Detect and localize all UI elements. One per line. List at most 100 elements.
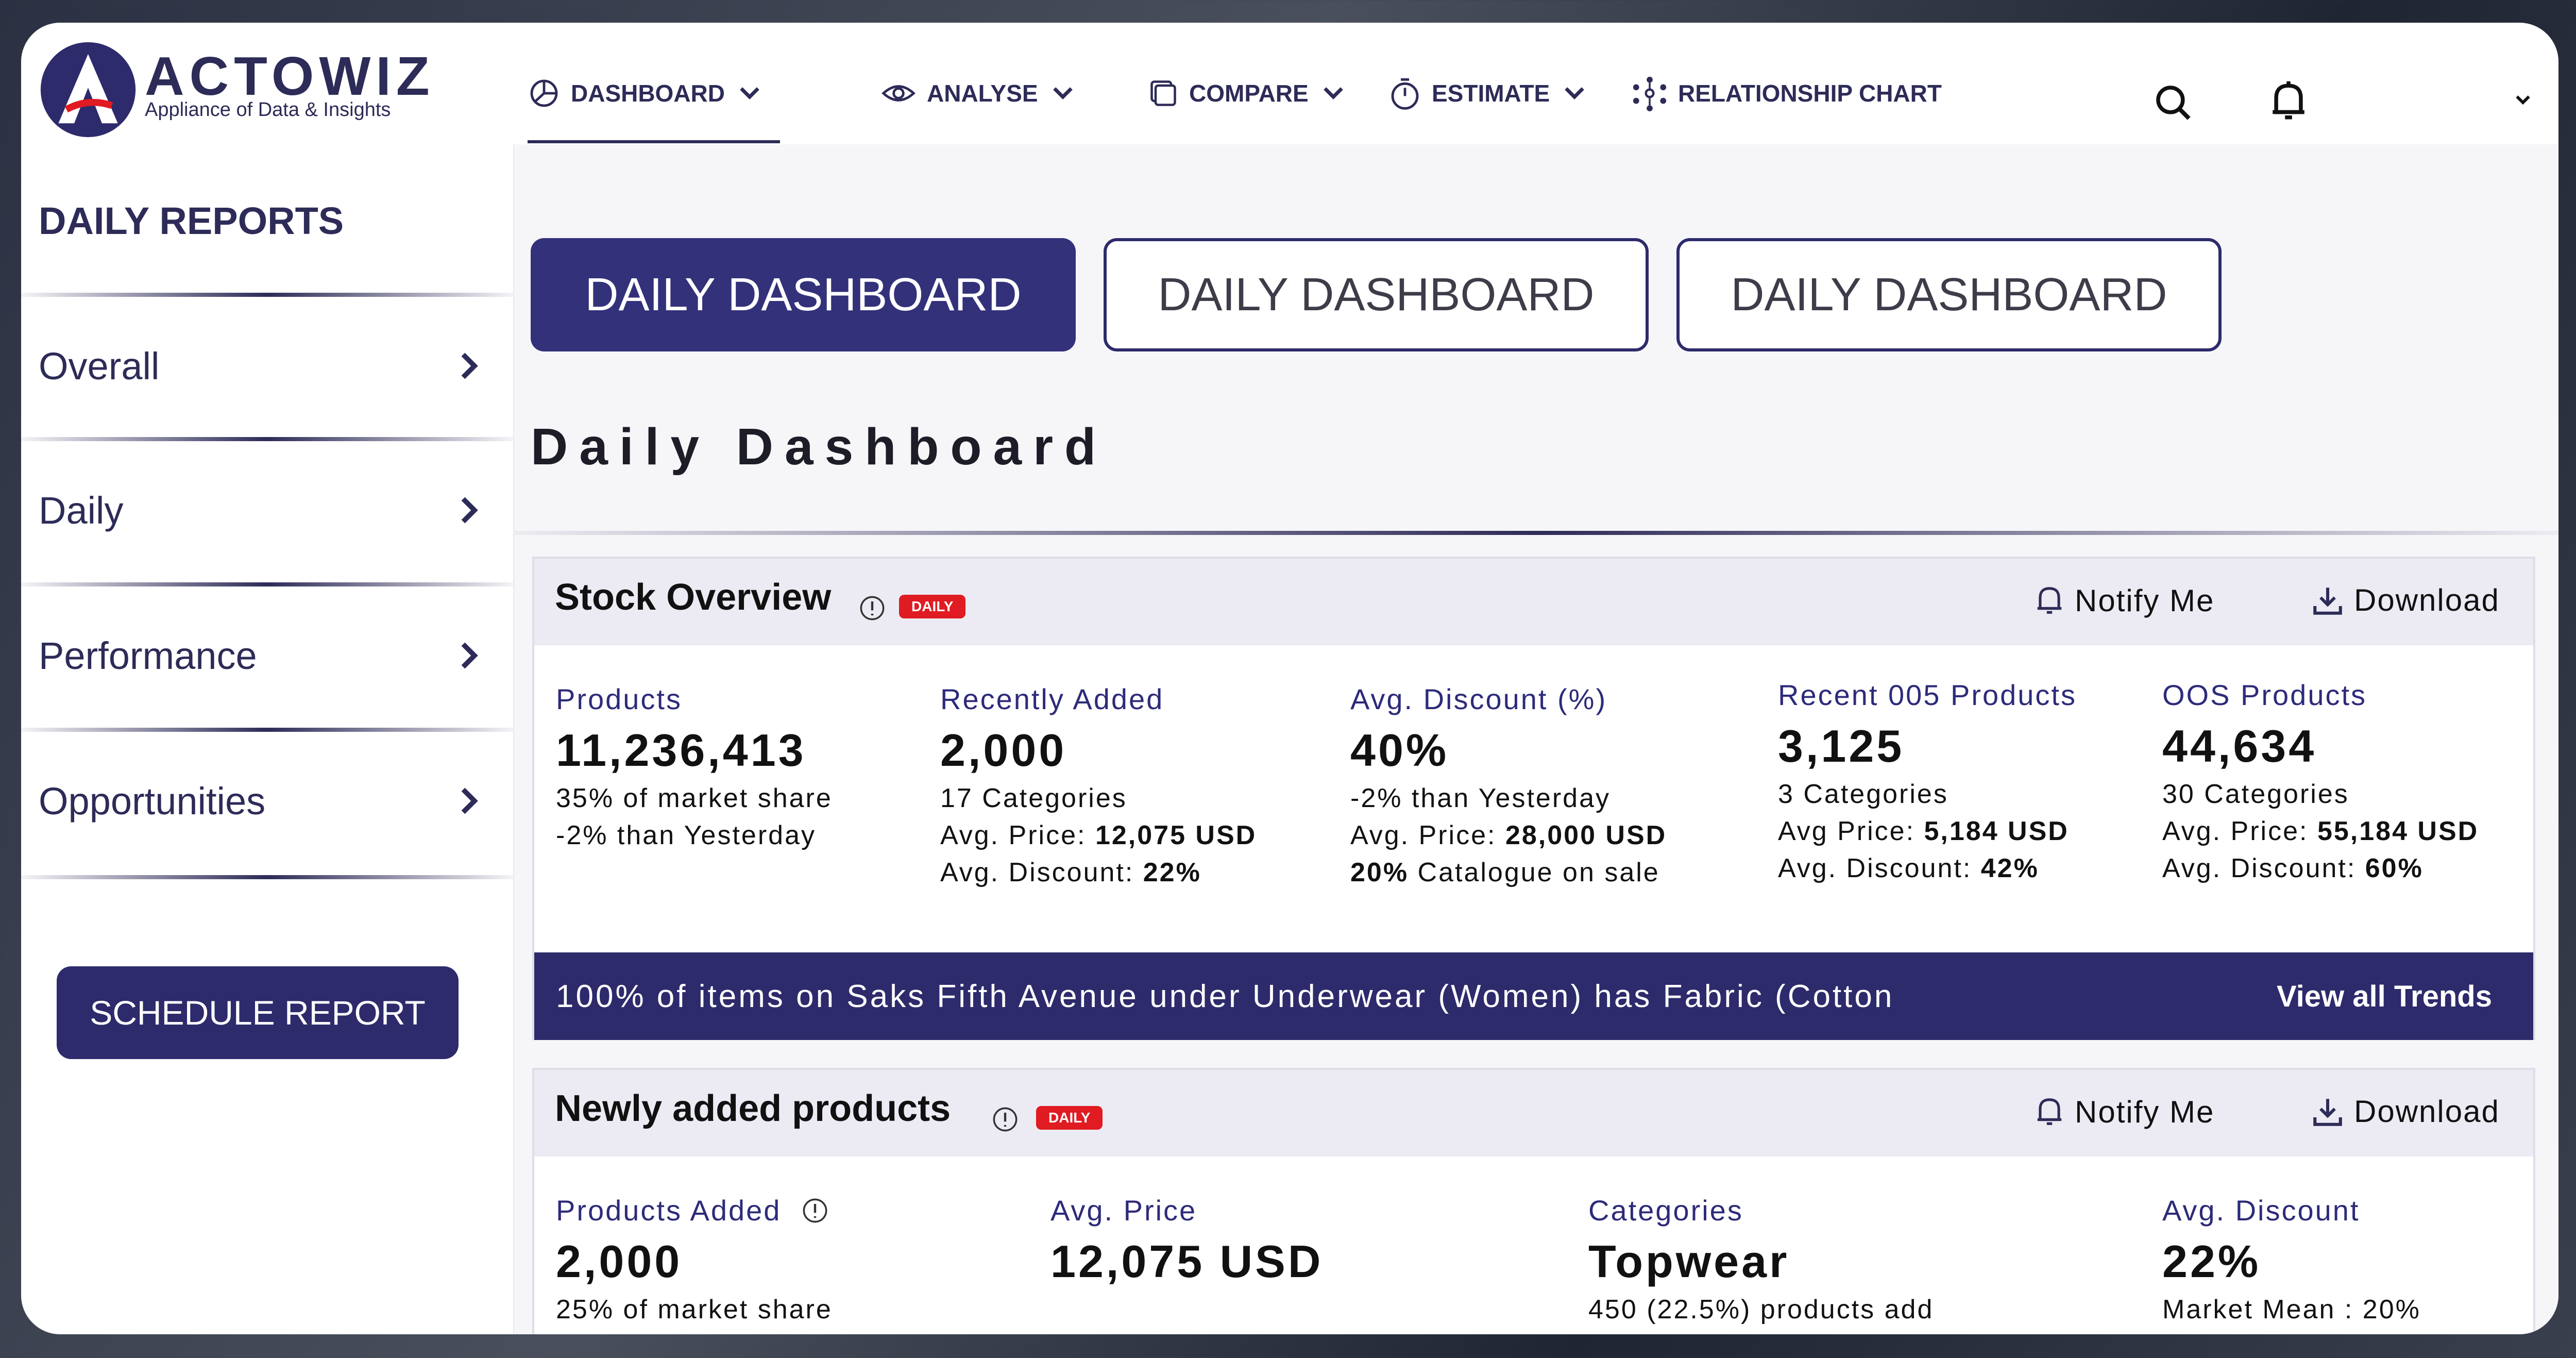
sidebar-item-overall[interactable]: Overall [39,335,482,397]
metric-label: Products [556,683,682,715]
metric-label: Recently Added [940,683,1164,715]
sidebar-item-opportunities[interactable]: Opportunities [39,770,482,832]
sidebar-item-label: Overall [39,344,160,388]
nav-analyse-label: ANALYSE [927,80,1038,107]
sidebar-divider [21,293,513,297]
metric-detail: -2% than Yesterday [556,820,816,850]
metric-label: Categories [1588,1194,1743,1227]
nav-relationship-chart[interactable]: RELATIONSHIP CHART [1632,70,1942,116]
notify-me-button[interactable]: Notify Me [2033,1094,2214,1130]
sidebar-title: DAILY REPORTS [39,199,344,242]
chevron-down-icon [740,87,759,99]
metric-detail: 20% Catalogue on sale [1350,858,1660,887]
metric-detail: Avg Price: 5,184 USD [1778,816,2069,846]
download-label: Download [2354,1094,2500,1129]
chevron-down-icon [1323,87,1343,99]
chevron-down-icon[interactable] [2513,90,2533,110]
metric-detail: 450 (22.5%) products add [1588,1295,1934,1325]
metric-products-added: Products Added 2,000 25% of market share [556,1194,833,1325]
metric-value: 11,236,413 [556,725,806,776]
metric-detail: 35% of market share [556,783,833,813]
brand-name: ACTOWIZ [145,46,435,107]
download-icon [2313,587,2342,615]
metric-products: Products 11,236,413 35% of market share … [556,682,833,851]
view-all-trends-link[interactable]: View all Trends [2277,979,2492,1014]
metric-detail: Avg. Price: 28,000 USD [1350,820,1667,850]
metric-recent-products: Recent 005 Products 3,125 3 Categories A… [1778,678,2077,884]
metric-detail: -2% than Yesterday [1350,783,1611,813]
metric-detail: Market Mean : 20% [2162,1295,2421,1325]
eye-icon [882,85,916,102]
metric-value: 22% [2162,1236,2261,1287]
metric-value: 2,000 [940,725,1067,776]
notify-me-label: Notify Me [2075,583,2215,618]
info-icon[interactable] [992,1106,1019,1133]
active-nav-indicator [528,140,780,143]
bell-icon [2037,587,2062,614]
sidebar-item-daily[interactable]: Daily [39,479,482,541]
metric-detail: 3 Categories [1778,779,1948,809]
bell-icon [2037,1098,2062,1125]
metric-categories: Categories Topwear 450 (22.5%) products … [1588,1194,1934,1325]
notify-me-button[interactable]: Notify Me [2033,582,2214,618]
bell-icon[interactable] [2267,78,2310,125]
info-icon[interactable] [802,1197,828,1224]
metric-detail: 25% of market share [556,1295,833,1325]
trend-banner-text: 100% of items on Saks Fifth Avenue under… [556,978,1894,1014]
download-button[interactable]: Download [2311,1094,2500,1129]
chevron-right-icon [461,787,478,814]
tab-daily-dashboard-3[interactable]: DAILY DASHBOARD [1676,238,2222,351]
sidebar-divider [21,875,513,879]
tab-daily-dashboard-2[interactable]: DAILY DASHBOARD [1104,238,1649,351]
metric-label: Recent 005 Products [1778,679,2077,711]
metric-avg-discount: Avg. Discount 22% Market Mean : 20% [2162,1194,2421,1325]
metric-oos-products: OOS Products 44,634 30 Categories Avg. P… [2162,678,2479,884]
metric-label: Avg. Discount [2162,1194,2360,1227]
search-icon[interactable] [2152,81,2194,124]
metric-label: Avg. Discount (%) [1350,683,1607,715]
compare-icon [1150,80,1176,106]
sidebar-divider [21,582,513,586]
metric-detail: Avg. Discount: 22% [940,858,1201,887]
download-icon [2313,1098,2342,1126]
nav-dashboard-label: DASHBOARD [571,80,725,107]
metric-detail: Avg. Price: 55,184 USD [2162,816,2479,846]
sidebar-item-performance[interactable]: Performance [39,625,482,686]
metric-detail: Avg. Discount: 42% [1778,853,2039,883]
nav-analyse[interactable]: ANALYSE [880,70,1077,116]
newly-added-products-card: Newly added products DAILY Notify Me Dow… [532,1068,2535,1334]
card-header: Newly added products DAILY Notify Me Dow… [534,1070,2533,1156]
info-icon[interactable] [859,595,886,622]
tab-daily-dashboard-1[interactable]: DAILY DASHBOARD [531,238,1076,351]
metric-value: 40% [1350,725,1449,776]
nav-estimate[interactable]: ESTIMATE [1388,70,1589,116]
pie-chart-icon [530,79,558,107]
sidebar-divider [21,728,513,732]
nav-compare[interactable]: COMPARE [1148,70,1348,116]
metric-value: 44,634 [2162,720,2317,772]
page-title: Daily Dashboard [531,418,1108,476]
metric-value: 12,075 USD [1050,1236,1324,1287]
metric-recently-added: Recently Added 2,000 17 Categories Avg. … [940,682,1257,888]
top-navbar: ACTOWIZ Appliance of Data & Insights DAS… [21,23,2558,144]
metric-value: Topwear [1588,1236,1790,1287]
chevron-down-icon [1565,87,1584,99]
stock-overview-card: Stock Overview DAILY Notify Me Download … [532,557,2535,1040]
actowiz-logo [40,42,136,138]
metric-label: OOS Products [2162,679,2367,711]
schedule-report-button[interactable]: SCHEDULE REPORT [57,966,459,1059]
daily-badge: DAILY [1036,1106,1103,1130]
card-title: Stock Overview [555,577,832,618]
download-button[interactable]: Download [2311,582,2500,618]
nav-estimate-label: ESTIMATE [1432,80,1550,107]
chevron-right-icon [461,497,478,524]
app-window: ACTOWIZ Appliance of Data & Insights DAS… [21,23,2558,1334]
card-header: Stock Overview DAILY Notify Me Download [534,559,2533,645]
brand-tagline: Appliance of Data & Insights [145,99,391,121]
daily-badge: DAILY [899,595,966,618]
nav-dashboard[interactable]: DASHBOARD [528,70,764,116]
metric-value: 2,000 [556,1236,683,1287]
chevron-down-icon [1053,87,1073,99]
sidebar-item-label: Performance [39,634,257,677]
stopwatch-icon [1391,78,1419,110]
